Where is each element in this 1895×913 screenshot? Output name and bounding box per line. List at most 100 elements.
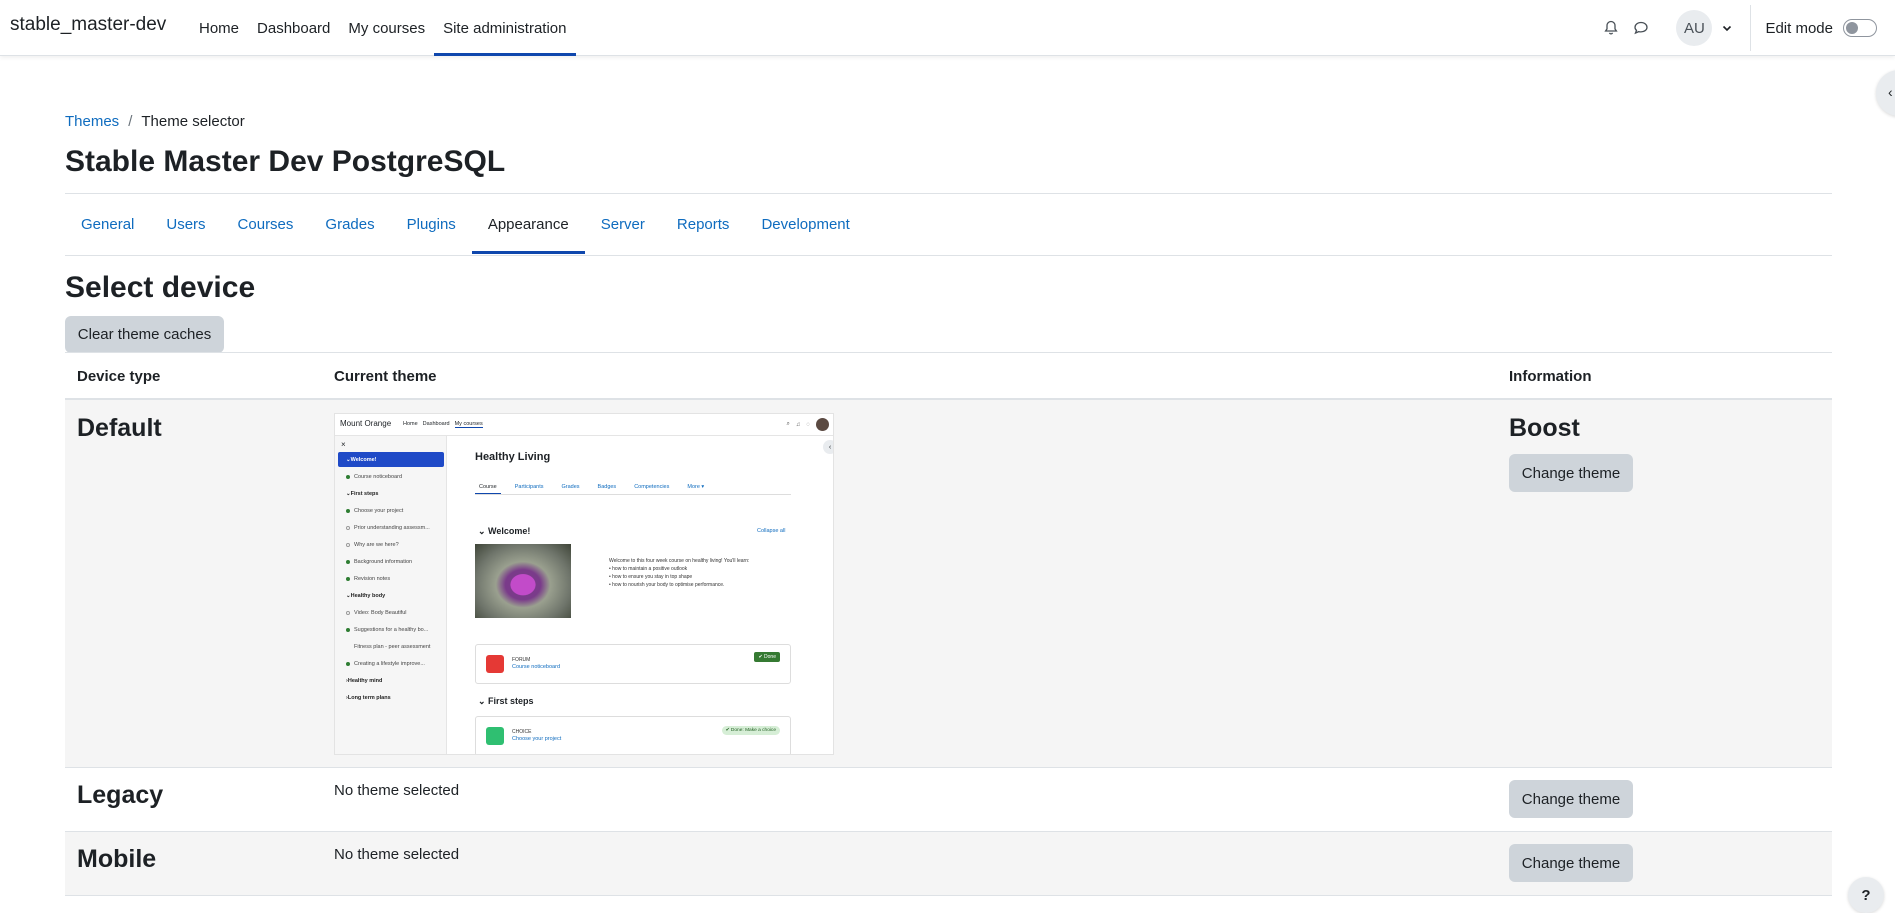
preview-course-index-item: Background information	[338, 554, 444, 569]
preview-course-index-item: › Healthy mind	[346, 677, 383, 684]
preview-tab: Badges	[597, 484, 617, 490]
bell-icon[interactable]	[1596, 13, 1626, 43]
top-navbar: stable_master-dev Home Dashboard My cour…	[0, 0, 1895, 56]
secondary-navigation: General Users Courses Grades Plugins App…	[65, 194, 866, 254]
preview-activity-link: Choose your project	[512, 736, 562, 742]
nav-site-administration[interactable]: Site administration	[434, 0, 576, 56]
preview-bullet: • how to nourish your body to optimise p…	[609, 582, 725, 588]
theme-info: Boost Change theme	[1509, 414, 1633, 492]
help-button[interactable]: ?	[1848, 877, 1884, 913]
preview-choice-activity: CHOICE Choose your project ✔ Done: Make …	[475, 716, 791, 754]
messages-icon[interactable]	[1626, 13, 1656, 43]
preview-course-index-item: › Long term plans	[346, 694, 391, 701]
preview-course-index-item: Video: Body Beautiful	[338, 605, 444, 620]
incomplete-dot-icon	[346, 525, 350, 530]
preview-link: My courses	[454, 421, 483, 428]
preview-tab: Course	[475, 481, 501, 494]
table-row: Default Mount Orange Home Dashboard My c…	[65, 400, 1832, 768]
device-name: Default	[77, 414, 162, 442]
preview-forum-activity: FORUM Course noticeboard ✔ Done	[475, 644, 791, 684]
current-theme: No theme selected	[334, 846, 460, 863]
navbar-divider	[1750, 5, 1752, 51]
preview-course-index-item: Course noticeboard	[338, 469, 444, 484]
header-information: Information	[1509, 368, 1592, 385]
change-theme-button[interactable]: Change theme	[1509, 844, 1633, 882]
nav-home[interactable]: Home	[190, 0, 248, 56]
preview-link: Dashboard	[422, 421, 450, 427]
page-title: Stable Master Dev PostgreSQL	[65, 145, 506, 178]
edit-mode-label: Edit mode	[1765, 19, 1833, 37]
avatar	[816, 418, 829, 431]
preview-navbar: Mount Orange Home Dashboard My courses ⌕…	[335, 414, 833, 436]
device-name: Legacy	[77, 781, 164, 809]
header-device-type: Device type	[77, 368, 161, 385]
tab-grades[interactable]: Grades	[309, 194, 390, 254]
preview-done-badge: ✔ Done: Make a choice	[721, 726, 780, 735]
change-theme-button[interactable]: Change theme	[1509, 780, 1633, 818]
tab-courses[interactable]: Courses	[222, 194, 310, 254]
device-theme-table: Device type Current theme Information De…	[65, 352, 1832, 896]
breadcrumb-current: Theme selector	[141, 113, 245, 130]
completed-dot-icon	[346, 559, 350, 564]
current-theme: No theme selected	[334, 782, 460, 799]
table-row: Mobile No theme selected Change theme	[65, 832, 1832, 896]
preview-collapse-all: Collapse all	[757, 528, 786, 534]
preview-links: Home Dashboard My courses	[403, 421, 483, 428]
edit-mode-toggle[interactable]	[1843, 19, 1877, 37]
search-icon: ⌕	[786, 421, 790, 427]
header-current-theme: Current theme	[334, 368, 437, 385]
preview-course-index: × ⌄ Welcome! Course noticeboard ⌄ First st…	[335, 436, 447, 754]
block-drawer-toggle[interactable]: ‹	[1876, 70, 1895, 116]
boost-theme-preview: Mount Orange Home Dashboard My courses ⌕…	[334, 413, 834, 755]
forum-icon	[486, 655, 504, 673]
device-name: Mobile	[77, 845, 157, 873]
primary-navigation: Home Dashboard My courses Site administr…	[190, 0, 576, 56]
tab-appearance[interactable]: Appearance	[471, 194, 585, 254]
preview-intro-text: Welcome to this four week course on heal…	[609, 558, 750, 564]
preview-course-index-item: Suggestions for a healthy bo...	[338, 622, 444, 637]
tab-general[interactable]: General	[65, 194, 150, 254]
nav-my-courses[interactable]: My courses	[339, 0, 434, 56]
chevron-down-icon[interactable]	[1720, 21, 1734, 35]
preview-icons: ⌕ ♫ ◌	[787, 418, 829, 431]
preview-activity-type: FORUM	[512, 657, 531, 663]
completed-dot-icon	[346, 661, 350, 666]
avatar[interactable]: AU	[1676, 10, 1713, 46]
table-header: Device type Current theme Information	[65, 352, 1832, 400]
divider	[65, 255, 1832, 256]
site-brand[interactable]: stable_master-dev	[10, 14, 166, 36]
breadcrumb-themes-link[interactable]: Themes	[65, 113, 119, 130]
preview-course-index-item: ⌄ Welcome!	[338, 452, 444, 467]
clear-theme-caches-button[interactable]: Clear theme caches	[65, 316, 224, 353]
preview-main: Healthy Living Course Participants Grade…	[475, 436, 795, 754]
completed-dot-icon	[346, 576, 350, 581]
theme-name: Boost	[1509, 414, 1580, 442]
preview-course-index-item: ⌄ Healthy body	[346, 592, 386, 599]
preview-section-first-steps: ⌄ First steps	[478, 696, 534, 706]
preview-tab: Competencies	[634, 484, 670, 490]
preview-tab: More ▾	[687, 484, 705, 490]
tab-reports[interactable]: Reports	[661, 194, 746, 254]
user-menu[interactable]: AU	[1676, 10, 1746, 46]
completed-dot-icon	[346, 627, 350, 632]
preview-tabs: Course Participants Grades Badges Compet…	[475, 481, 791, 495]
completed-dot-icon	[346, 474, 350, 479]
tab-server[interactable]: Server	[585, 194, 661, 254]
close-icon: ×	[341, 440, 346, 449]
tab-development[interactable]: Development	[745, 194, 865, 254]
change-theme-button[interactable]: Change theme	[1509, 454, 1633, 492]
preview-intro: Welcome to this four week course on heal…	[609, 557, 749, 589]
preview-tab: Participants	[514, 484, 544, 490]
completed-dot-icon	[346, 508, 350, 513]
preview-course-index-item: Why are we here?	[338, 537, 444, 552]
edit-mode-control: Edit mode	[1765, 19, 1877, 37]
preview-brand: Mount Orange	[340, 419, 392, 428]
preview-course-index-item: Fitness plan - peer assessment	[354, 643, 431, 650]
preview-done-badge: ✔ Done	[754, 652, 780, 662]
tab-users[interactable]: Users	[150, 194, 221, 254]
tab-plugins[interactable]: Plugins	[391, 194, 472, 254]
chevron-left-icon: ‹	[823, 440, 833, 454]
nav-dashboard[interactable]: Dashboard	[248, 0, 339, 56]
navbar-right: AU Edit mode	[1596, 0, 1895, 56]
preview-section-label: Welcome!	[488, 526, 531, 536]
